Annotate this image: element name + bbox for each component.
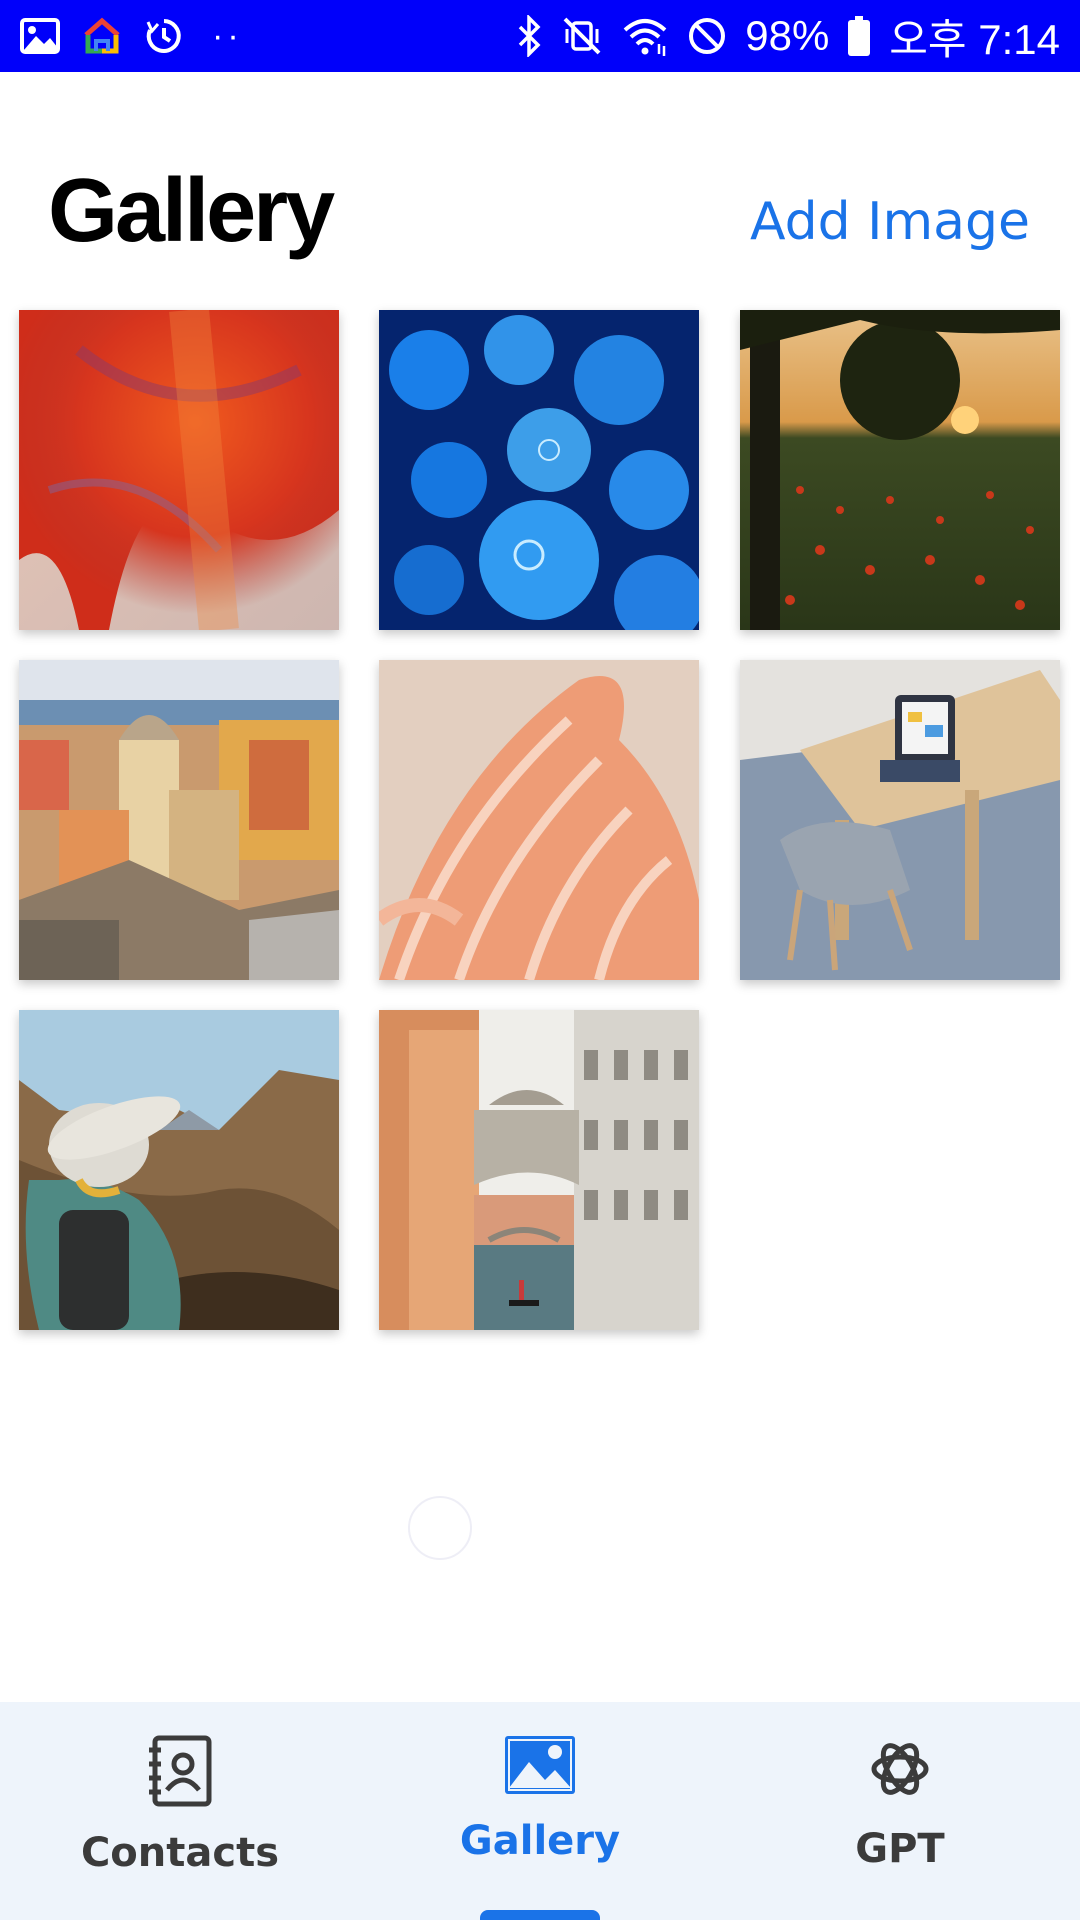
status-bar: ·· 98% 오후 7:14 — [0, 0, 1080, 72]
jellyfish-image — [379, 310, 699, 630]
coastal-town-image — [19, 660, 339, 980]
google-home-icon — [82, 17, 122, 55]
status-bar-right: 98% 오후 7:14 — [517, 6, 1060, 67]
nav-label-gpt: GPT — [855, 1826, 945, 1872]
venice-bridge-image — [379, 1010, 699, 1330]
nav-item-gpt[interactable]: GPT — [720, 1702, 1080, 1920]
contacts-icon — [145, 1734, 215, 1808]
gallery-image-red-abstract[interactable] — [19, 310, 339, 630]
nav-item-gallery[interactable]: Gallery — [360, 1702, 720, 1920]
openai-icon — [865, 1734, 935, 1804]
gallery-image-sunset-field[interactable] — [740, 310, 1060, 630]
page-title: Gallery — [48, 161, 335, 261]
gallery-image-peach-waves[interactable] — [379, 660, 699, 980]
status-bar-left: ·· — [20, 16, 243, 56]
peach-waves-image — [379, 660, 699, 980]
nav-label-gallery: Gallery — [459, 1818, 621, 1864]
gallery-image-coastal-town[interactable] — [19, 660, 339, 980]
bottom-navigation: Contacts Gallery GPT — [0, 1702, 1080, 1920]
clock: 오후 7:14 — [889, 15, 1060, 63]
vibrate-mute-icon — [561, 15, 603, 57]
nav-item-contacts[interactable]: Contacts — [0, 1702, 360, 1920]
timer-icon — [144, 16, 184, 56]
nav-label-contacts: Contacts — [80, 1830, 280, 1876]
gallery-image-jellyfish[interactable] — [379, 310, 699, 630]
loading-spinner — [408, 1496, 472, 1560]
wifi-icon — [621, 16, 669, 56]
red-abstract-image — [19, 310, 339, 630]
add-image-button[interactable]: Add Image — [750, 192, 1030, 252]
do-not-disturb-icon — [687, 16, 727, 56]
gallery-image-venice-bridge[interactable] — [379, 1010, 699, 1330]
table-tablet-image — [740, 660, 1060, 980]
image-icon — [20, 18, 60, 54]
gallery-image-table-tablet[interactable] — [740, 660, 1060, 980]
battery-icon — [847, 15, 871, 57]
hiker-image — [19, 1010, 339, 1330]
sunset-field-image — [740, 310, 1060, 630]
active-tab-indicator — [480, 1910, 600, 1920]
more-notifications-indicator: ·· — [212, 16, 243, 55]
battery-percent: 98% — [745, 12, 830, 59]
image-icon — [503, 1734, 577, 1796]
gallery-image-hiker[interactable] — [19, 1010, 339, 1330]
bluetooth-icon — [517, 15, 543, 57]
